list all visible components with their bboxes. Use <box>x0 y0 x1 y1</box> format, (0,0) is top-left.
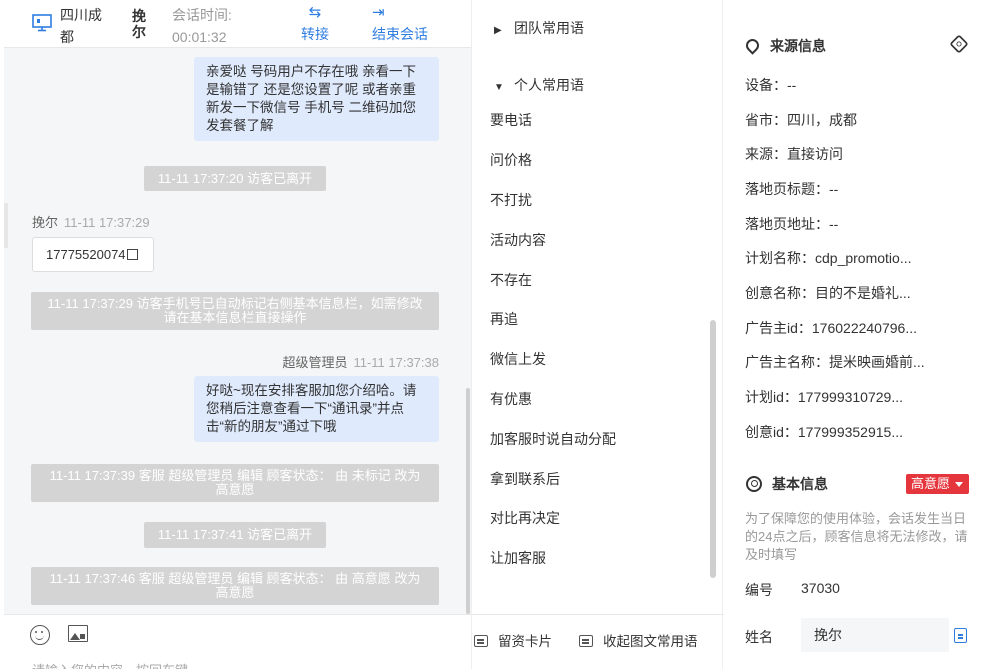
visitor-info-panel: 来源信息 设备：-- 省市：四川，成都 来源：直接访问 落地页标题：-- 落地页… <box>724 0 988 669</box>
chat-input-area[interactable]: 请输入您的内容，按回车键... <box>4 614 471 669</box>
phrase-item[interactable]: 加客服时说自动分配 <box>490 429 616 449</box>
chat-header: 四川成都 挽尔 会话时间: 00:01:32 ⇆ 转接 ⇥ 结束会话 <box>4 0 471 48</box>
basic-info-label: 基本信息 <box>772 476 828 492</box>
number-label: 编号 <box>745 582 773 598</box>
personal-phrases-group[interactable]: ▼ 个人常用语 <box>494 75 584 95</box>
phrases-scrollbar[interactable] <box>710 320 716 578</box>
phrase-item[interactable]: 不打扰 <box>490 190 532 210</box>
team-phrases-label: 团队常用语 <box>514 20 584 36</box>
source-field-plan-id: 计划id：177999310729... <box>745 389 903 405</box>
basic-info-note: 为了保障您的使用体验，会话发生当日的24点之后，顾客信息将无法修改，请及时填写 <box>745 511 968 562</box>
agent-message-meta: 超级管理员 11-11 17:37:38 <box>282 352 439 371</box>
agent-message: 亲爱哒 号码用户不存在哦 亲看一下是输错了 还是您设置了呢 或者亲重新发一下微信… <box>194 57 439 141</box>
source-field-advertiser-id: 广告主id：176022240796... <box>745 320 917 336</box>
source-field-landing-title: 落地页标题：-- <box>745 181 839 197</box>
visitor-location: 四川成都 <box>60 7 102 45</box>
visitor-name: 挽尔 <box>132 8 146 40</box>
phrase-item[interactable]: 微信上发 <box>490 349 546 369</box>
settings-icon[interactable] <box>949 34 969 54</box>
collapse-phrases-button[interactable]: 收起图文常用语 <box>579 630 698 650</box>
desktop-icon <box>32 14 52 32</box>
copy-icon[interactable] <box>126 249 138 260</box>
system-message: 11-11 17:37:41 访客已离开 <box>144 522 326 548</box>
sender-name: 超级管理员 <box>282 355 348 370</box>
transfer-label: 转接 <box>301 26 329 42</box>
visitor-message-meta: 挽尔 11-11 17:37:29 <box>32 212 150 231</box>
sender-name: 挽尔 <box>32 215 59 230</box>
leave-info-card-button[interactable]: 留资卡片 <box>474 630 552 650</box>
personal-phrases-label: 个人常用语 <box>514 77 584 93</box>
basic-info-title: 基本信息 <box>746 473 828 494</box>
name-field[interactable] <box>801 618 949 652</box>
copy-icon[interactable] <box>954 628 967 643</box>
system-message: 11-11 17:37:20 访客已离开 <box>144 166 326 191</box>
phrases-footer: 留资卡片 收起图文常用语 <box>472 614 724 669</box>
collapse-phrases-label: 收起图文常用语 <box>603 634 698 649</box>
chat-scrollbar[interactable] <box>466 388 470 614</box>
message-list[interactable]: 亲爱哒 号码用户不存在哦 亲看一下是输错了 还是您设置了呢 或者亲重新发一下微信… <box>4 48 471 614</box>
card-icon <box>474 635 488 647</box>
end-session-label: 结束会话 <box>372 26 428 42</box>
collapse-strip[interactable] <box>4 203 8 248</box>
team-phrases-group[interactable]: ▶ 团队常用语 <box>494 18 584 38</box>
phrase-item[interactable]: 拿到联系后 <box>490 469 560 489</box>
source-field-channel: 来源：直接访问 <box>745 146 843 162</box>
source-info-title: 来源信息 <box>743 36 826 56</box>
phrase-item[interactable]: 让加客服 <box>490 548 546 568</box>
emoji-icon[interactable] <box>30 625 50 645</box>
end-session-button[interactable]: ⇥ 结束会话 <box>372 3 434 45</box>
source-field-creative-id: 创意id：177999352915... <box>745 424 903 440</box>
common-phrases-panel: ▶ 团队常用语 ▼ 个人常用语 要电话 问价格 不打扰 活动内容 不存在 再追 微信… <box>471 0 724 669</box>
caret-right-icon: ▶ <box>494 25 502 36</box>
system-message: 11-11 17:37:29 访客手机号已自动标记右侧基本信息栏，如需修改请在基… <box>31 292 439 330</box>
agent-message: 好哒~现在安排客服加您介绍哈。请您稍后注意查看一下“通讯录”并点击“新的朋友”通… <box>194 376 439 442</box>
source-field-advertiser-name: 广告主名称：提米映画婚前... <box>745 354 925 370</box>
phrase-item[interactable]: 有优惠 <box>490 389 532 409</box>
exit-icon: ⇥ <box>372 4 385 21</box>
phrase-item[interactable]: 再追 <box>490 309 518 329</box>
phone-number: 17775520074 <box>46 247 126 262</box>
chat-panel: 四川成都 挽尔 会话时间: 00:01:32 ⇆ 转接 ⇥ 结束会话 亲爱哒 号… <box>0 0 471 669</box>
intent-status-dropdown[interactable]: 高意愿 <box>906 474 969 494</box>
message-time: 11-11 17:37:29 <box>64 215 150 230</box>
message-time: 11-11 17:37:38 <box>353 355 439 370</box>
name-label: 姓名 <box>745 629 773 645</box>
source-field-province: 省市：四川，成都 <box>745 112 857 128</box>
phrase-item[interactable]: 问价格 <box>490 150 532 170</box>
system-message: 11-11 17:37:46 客服 超级管理员 编辑 顾客状态： 由 高意愿 改… <box>31 567 439 605</box>
source-field-device: 设备：-- <box>745 77 797 93</box>
source-field-plan-name: 计划名称：cdp_promotio... <box>745 250 912 266</box>
phrase-item[interactable]: 不存在 <box>490 270 532 290</box>
source-field-creative-name: 创意名称：目的不是婚礼... <box>745 285 911 301</box>
collapse-icon <box>579 635 593 647</box>
leave-info-card-label: 留资卡片 <box>498 634 552 649</box>
system-message: 11-11 17:37:39 客服 超级管理员 编辑 顾客状态： 由 未标记 改… <box>31 464 439 502</box>
user-icon <box>746 476 762 492</box>
phone-message[interactable]: 17775520074 <box>32 237 154 272</box>
source-field-landing-url: 落地页地址：-- <box>745 216 839 232</box>
caret-down-icon: ▼ <box>494 82 504 93</box>
phrase-item[interactable]: 要电话 <box>490 110 532 130</box>
number-value: 37030 <box>801 580 840 596</box>
transfer-button[interactable]: ⇆ 转接 <box>298 3 332 45</box>
session-time-value: 00:01:32 <box>172 29 227 45</box>
location-pin-icon <box>743 36 762 55</box>
transfer-icon: ⇆ <box>308 4 322 21</box>
image-icon[interactable] <box>68 625 88 642</box>
phrase-item[interactable]: 活动内容 <box>490 230 546 250</box>
session-time-label: 会话时间: <box>172 7 232 23</box>
source-info-label: 来源信息 <box>770 38 826 54</box>
session-time: 会话时间: 00:01:32 <box>172 4 252 48</box>
phrase-item[interactable]: 对比再决定 <box>490 508 560 528</box>
message-input-placeholder[interactable]: 请输入您的内容，按回车键... <box>32 660 199 669</box>
